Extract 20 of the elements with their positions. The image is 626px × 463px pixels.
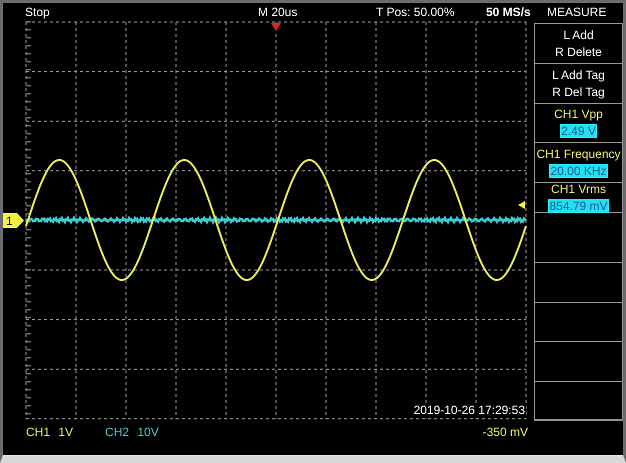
channel-scale: CH1 1V — [26, 425, 74, 439]
trigger-position: T Pos: 50.00% — [376, 5, 454, 19]
measurement-value: 2.49 V — [560, 124, 597, 138]
trigger-level: -350 mV — [482, 425, 528, 439]
panel-title: MEASURE — [547, 5, 606, 19]
measurement-label: CH1 Vpp — [554, 107, 603, 122]
timestamp: 2019-10-26 17:29:53 — [412, 403, 526, 417]
run-state: Stop — [25, 5, 50, 19]
trigger-level-icon — [518, 201, 525, 209]
timebase: M 20us — [258, 5, 298, 19]
measurement-value: 854.79 mV — [548, 199, 609, 214]
trigger-marker-icon — [271, 23, 281, 31]
marker-tip-icon — [17, 213, 24, 228]
sample-rate: 50 MS/s — [486, 5, 531, 19]
menu-button[interactable]: L Add Tag R Del Tag — [535, 64, 622, 104]
menu-button[interactable]: L Add R Delete — [535, 24, 622, 64]
measurement-label: CH1 Vrms — [551, 182, 606, 196]
measurement-value: 20.00 KHz — [549, 164, 608, 178]
measurement-label: CH1 Frequency — [536, 147, 621, 162]
channel-scale: CH2 10V — [105, 425, 159, 439]
